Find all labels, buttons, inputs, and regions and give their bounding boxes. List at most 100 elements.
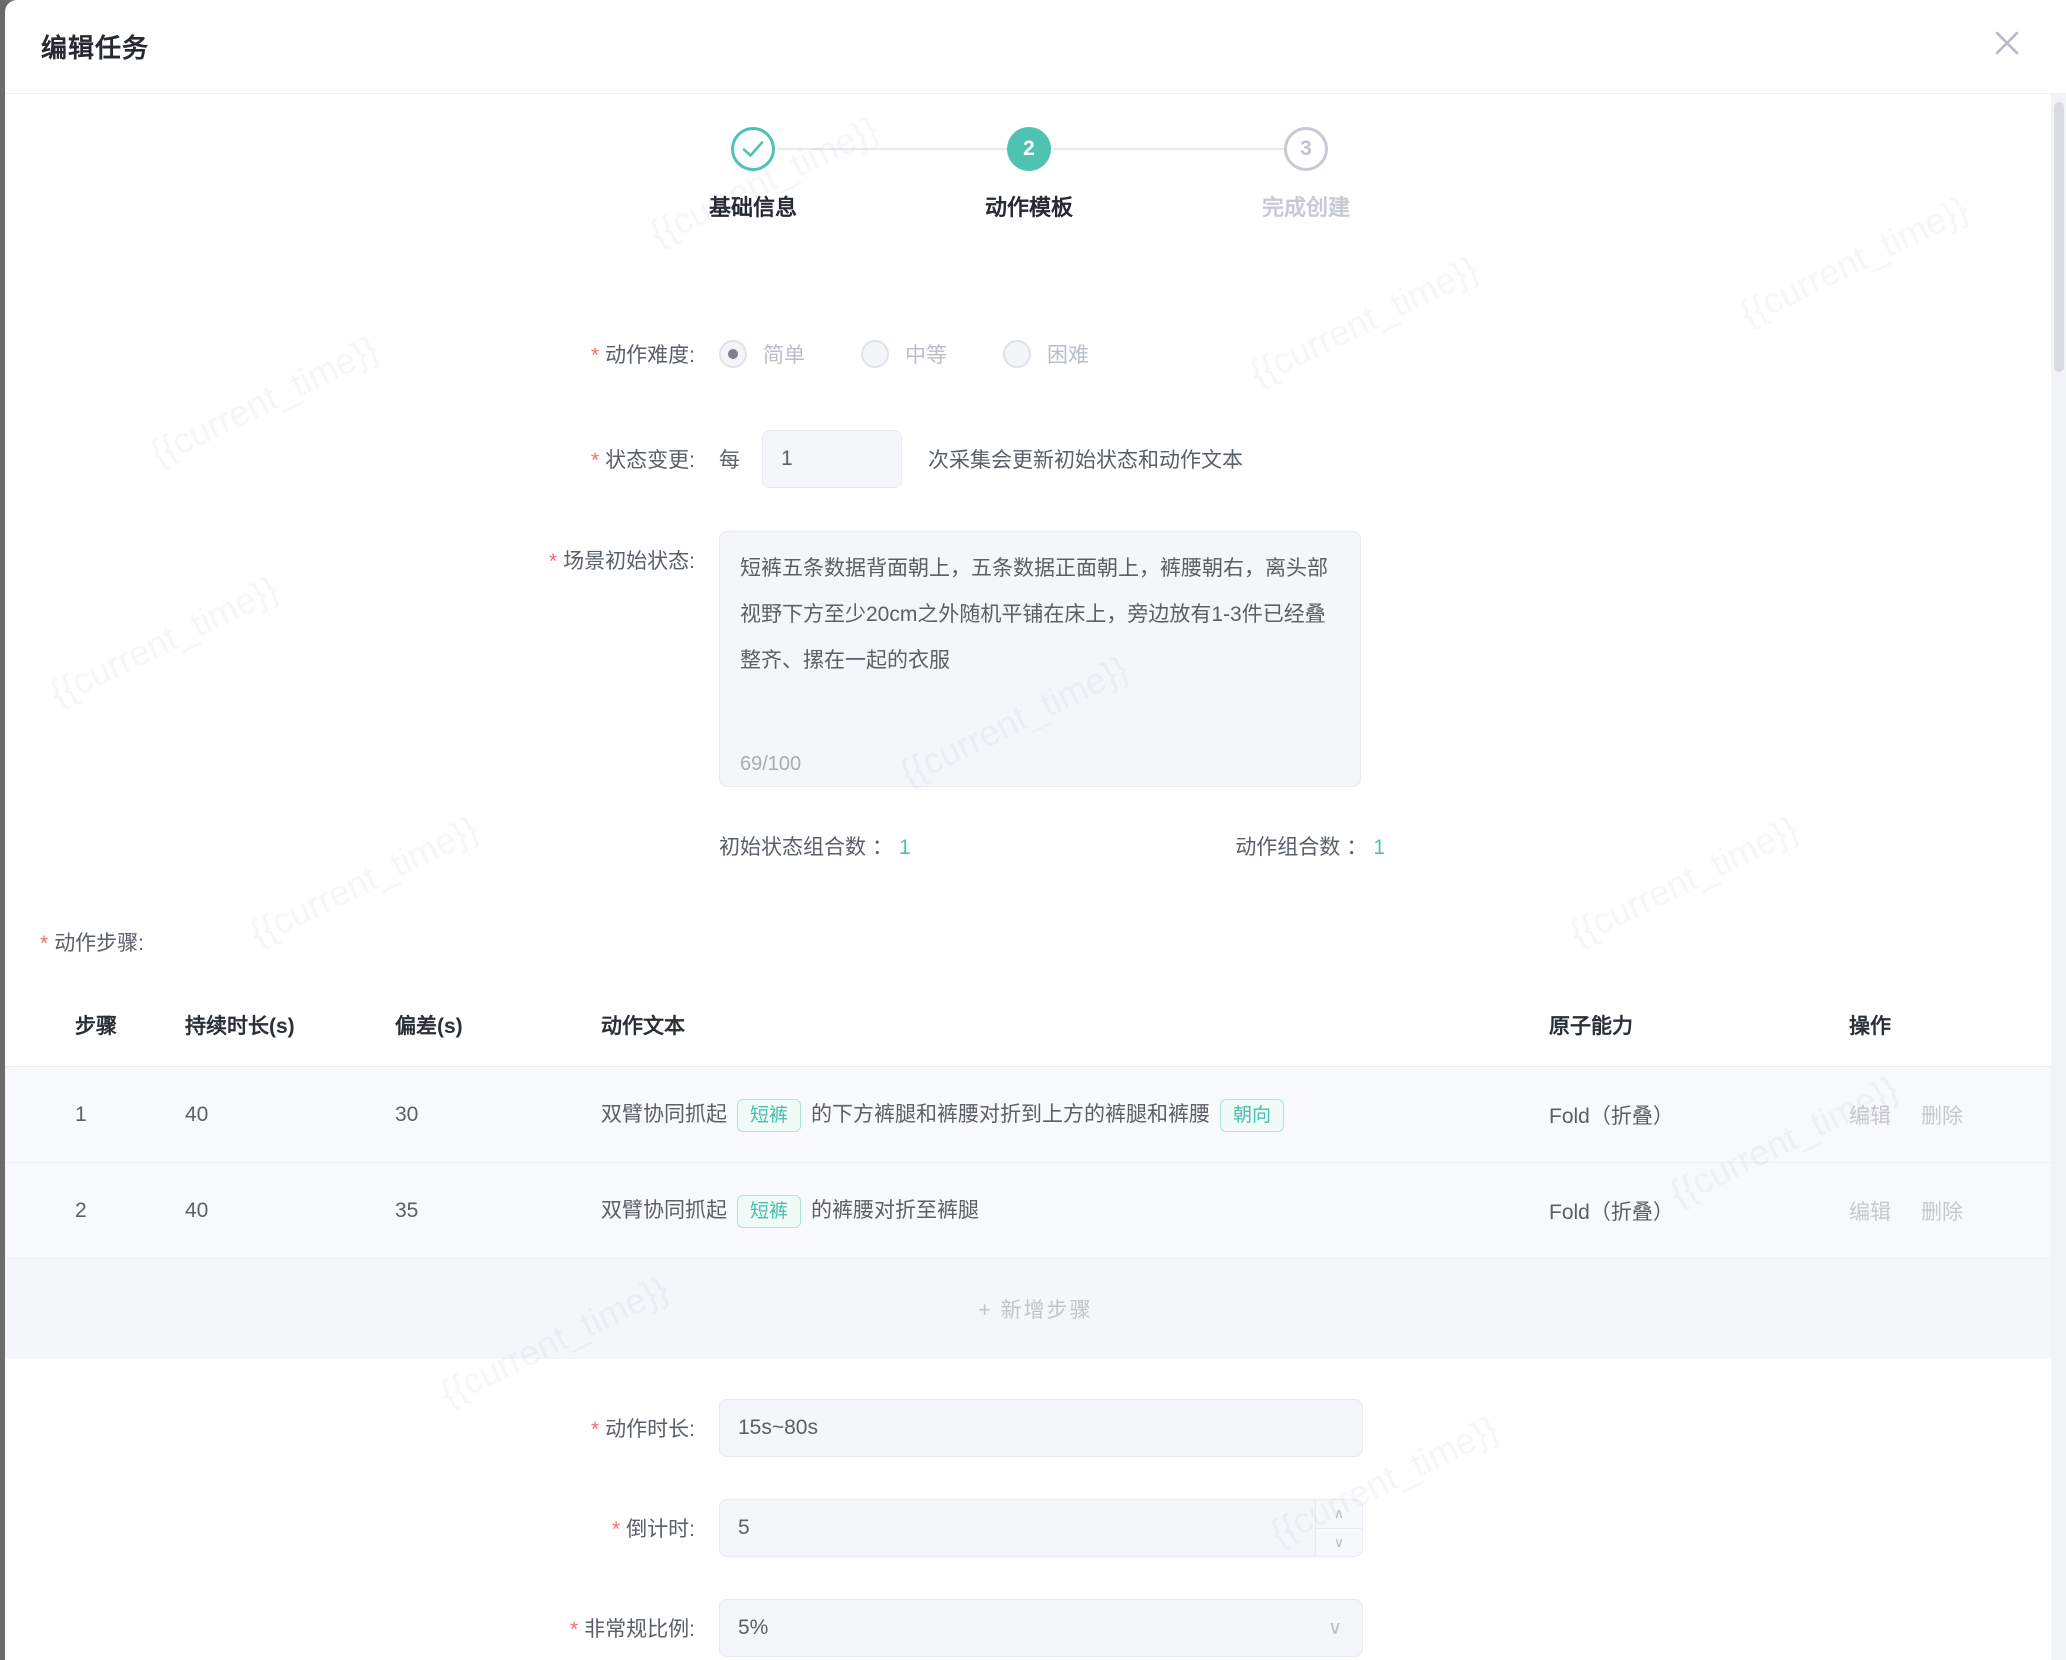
initial-state-text: 短裤五条数据背面朝上，五条数据正面朝上，裤腰朝右，离头部视野下方至少20cm之外… [740,557,1328,672]
dialog-header: 编辑任务 [5,0,2066,94]
radio-label: 困难 [1047,339,1089,369]
radio-hard[interactable]: 困难 [1003,339,1089,369]
radio-circle-icon [719,340,747,368]
step-done-check-icon [731,127,775,171]
steps-table-rows: 14030双臂协同抓起短裤的下方裤腿和裤腰对折到上方的裤腿和裤腰朝向Fold（折… [5,1067,2066,1259]
required-asterisk: * [549,550,557,573]
close-icon[interactable] [1990,26,2024,60]
unusual-ratio-row: *非常规比例: 5% ∨ [41,1598,2066,1658]
stepper-connector [777,148,1007,150]
cell-actions: 编辑 删除 [1849,1100,2066,1130]
cell-ability: Fold（折叠） [1549,1196,1849,1226]
keyword-tag[interactable]: 朝向 [1220,1099,1284,1132]
countdown-value: 5 [738,1516,750,1540]
initial-combo-count: 初始状态组合数：1 [719,831,911,861]
difficulty-label: *动作难度: [41,339,695,369]
countdown-label: *倒计时: [41,1513,695,1543]
keyword-tag[interactable]: 短裤 [737,1195,801,1228]
radio-medium[interactable]: 中等 [861,339,947,369]
page-background: 编辑任务 2 3 基础信息 动作模板 完成创建 *动作难度: [0,0,2066,1660]
cell-step: 2 [75,1199,185,1223]
difficulty-row: *动作难度: 简单 中等 困难 [41,337,2066,371]
header-duration: 持续时长(s) [185,1010,395,1040]
number-spinner: ∧ ∨ [1315,1500,1362,1556]
table-row: 14030双臂协同抓起短裤的下方裤腿和裤腰对折到上方的裤腿和裤腰朝向Fold（折… [5,1067,2066,1163]
cell-step: 1 [75,1103,185,1127]
required-asterisk: * [591,449,599,472]
required-asterisk: * [40,932,48,955]
scrollbar-thumb[interactable] [2054,102,2064,372]
steps-table-header: 步骤 持续时长(s) 偏差(s) 动作文本 原子能力 操作 [5,984,2066,1067]
header-action-text: 动作文本 [601,1010,1549,1040]
state-change-prefix: 每 [719,444,740,474]
radio-label: 简单 [763,339,805,369]
delete-link[interactable]: 删除 [1921,1105,1963,1128]
countdown-row: *倒计时: 5 ∧ ∨ [41,1498,2066,1558]
edit-task-dialog: 编辑任务 2 3 基础信息 动作模板 完成创建 *动作难度: [5,0,2066,1660]
edit-link[interactable]: 编辑 [1849,1105,1891,1128]
radio-circle-icon [861,340,889,368]
initial-state-row: *场景初始状态: 短裤五条数据背面朝上，五条数据正面朝上，裤腰朝右，离头部视野下… [41,531,2066,787]
unusual-ratio-select[interactable]: 5% ∨ [719,1599,1363,1657]
radio-label: 中等 [905,339,947,369]
header-ability: 原子能力 [1549,1010,1849,1040]
cell-ability: Fold（折叠） [1549,1100,1849,1130]
cell-duration: 40 [185,1103,395,1127]
radio-circle-icon [1003,340,1031,368]
cell-deviation: 35 [395,1199,601,1223]
initial-state-textarea[interactable]: 短裤五条数据背面朝上，五条数据正面朝上，裤腰朝右，离头部视野下方至少20cm之外… [719,531,1361,787]
stepper-connector [1053,148,1284,150]
difficulty-radio-group: 简单 中等 困难 [719,339,1145,369]
action-text-fragment: 双臂协同抓起 [601,1103,727,1126]
action-text-fragment: 双臂协同抓起 [601,1199,727,1222]
action-duration-input[interactable]: 15s~80s [719,1399,1363,1457]
step-3-circle: 3 [1284,127,1328,171]
action-combo-value: 1 [1373,836,1385,859]
scrollbar-track[interactable] [2051,94,2066,1660]
add-step-row: + 新增步骤 [5,1259,2066,1359]
required-asterisk: * [612,1518,620,1541]
cell-action-text: 双臂协同抓起短裤的下方裤腿和裤腰对折到上方的裤腿和裤腰朝向 [601,1098,1549,1132]
step-2-label: 动作模板 [909,190,1149,222]
required-asterisk: * [570,1618,578,1641]
dialog-body: 2 3 基础信息 动作模板 完成创建 *动作难度: 简单 中等 [5,94,2066,1658]
state-change-label: *状态变更: [41,444,695,474]
spinner-increase-icon[interactable]: ∧ [1316,1500,1362,1528]
dialog-title: 编辑任务 [41,28,149,65]
state-change-row: *状态变更: 每 次采集会更新初始状态和动作文本 [41,429,2066,489]
keyword-tag[interactable]: 短裤 [737,1099,801,1132]
action-text-fragment: 的下方裤腿和裤腰对折到上方的裤腿和裤腰 [811,1103,1210,1126]
unusual-ratio-value: 5% [738,1616,768,1640]
action-combo-count: 动作组合数：1 [1235,831,1385,861]
stepper: 2 3 基础信息 动作模板 完成创建 [5,94,2066,246]
cell-deviation: 30 [395,1103,601,1127]
initial-combo-value: 1 [899,836,911,859]
table-row: 24035双臂协同抓起短裤的裤腰对折至裤腿Fold（折叠）编辑 删除 [5,1163,2066,1259]
action-duration-label: *动作时长: [41,1413,695,1443]
step-3-label: 完成创建 [1186,190,1426,222]
state-change-input[interactable] [762,430,902,488]
initial-state-label: *场景初始状态: [41,531,695,575]
chevron-down-icon: ∨ [1328,1600,1342,1656]
step-1-label: 基础信息 [633,190,873,222]
cell-actions: 编辑 删除 [1849,1196,2066,1226]
step-2-circle: 2 [1007,127,1051,171]
combination-counts: 初始状态组合数：1 动作组合数：1 [719,831,1385,861]
radio-simple[interactable]: 简单 [719,339,805,369]
action-duration-value: 15s~80s [738,1416,818,1440]
cell-action-text: 双臂协同抓起短裤的裤腰对折至裤腿 [601,1194,1549,1228]
edit-link[interactable]: 编辑 [1849,1201,1891,1224]
state-change-suffix: 次采集会更新初始状态和动作文本 [928,444,1243,474]
required-asterisk: * [591,1418,599,1441]
add-step-button[interactable]: + 新增步骤 [978,1294,1092,1324]
header-step: 步骤 [75,1010,185,1040]
delete-link[interactable]: 删除 [1921,1201,1963,1224]
action-duration-row: *动作时长: 15s~80s [41,1398,2066,1458]
header-deviation: 偏差(s) [395,1010,601,1040]
header-operations: 操作 [1849,1010,2066,1040]
steps-table: 步骤 持续时长(s) 偏差(s) 动作文本 原子能力 操作 14030双臂协同抓… [5,984,2066,1359]
char-counter: 69/100 [740,754,801,774]
cell-duration: 40 [185,1199,395,1223]
countdown-input[interactable]: 5 ∧ ∨ [719,1499,1363,1557]
spinner-decrease-icon[interactable]: ∨ [1316,1528,1362,1557]
